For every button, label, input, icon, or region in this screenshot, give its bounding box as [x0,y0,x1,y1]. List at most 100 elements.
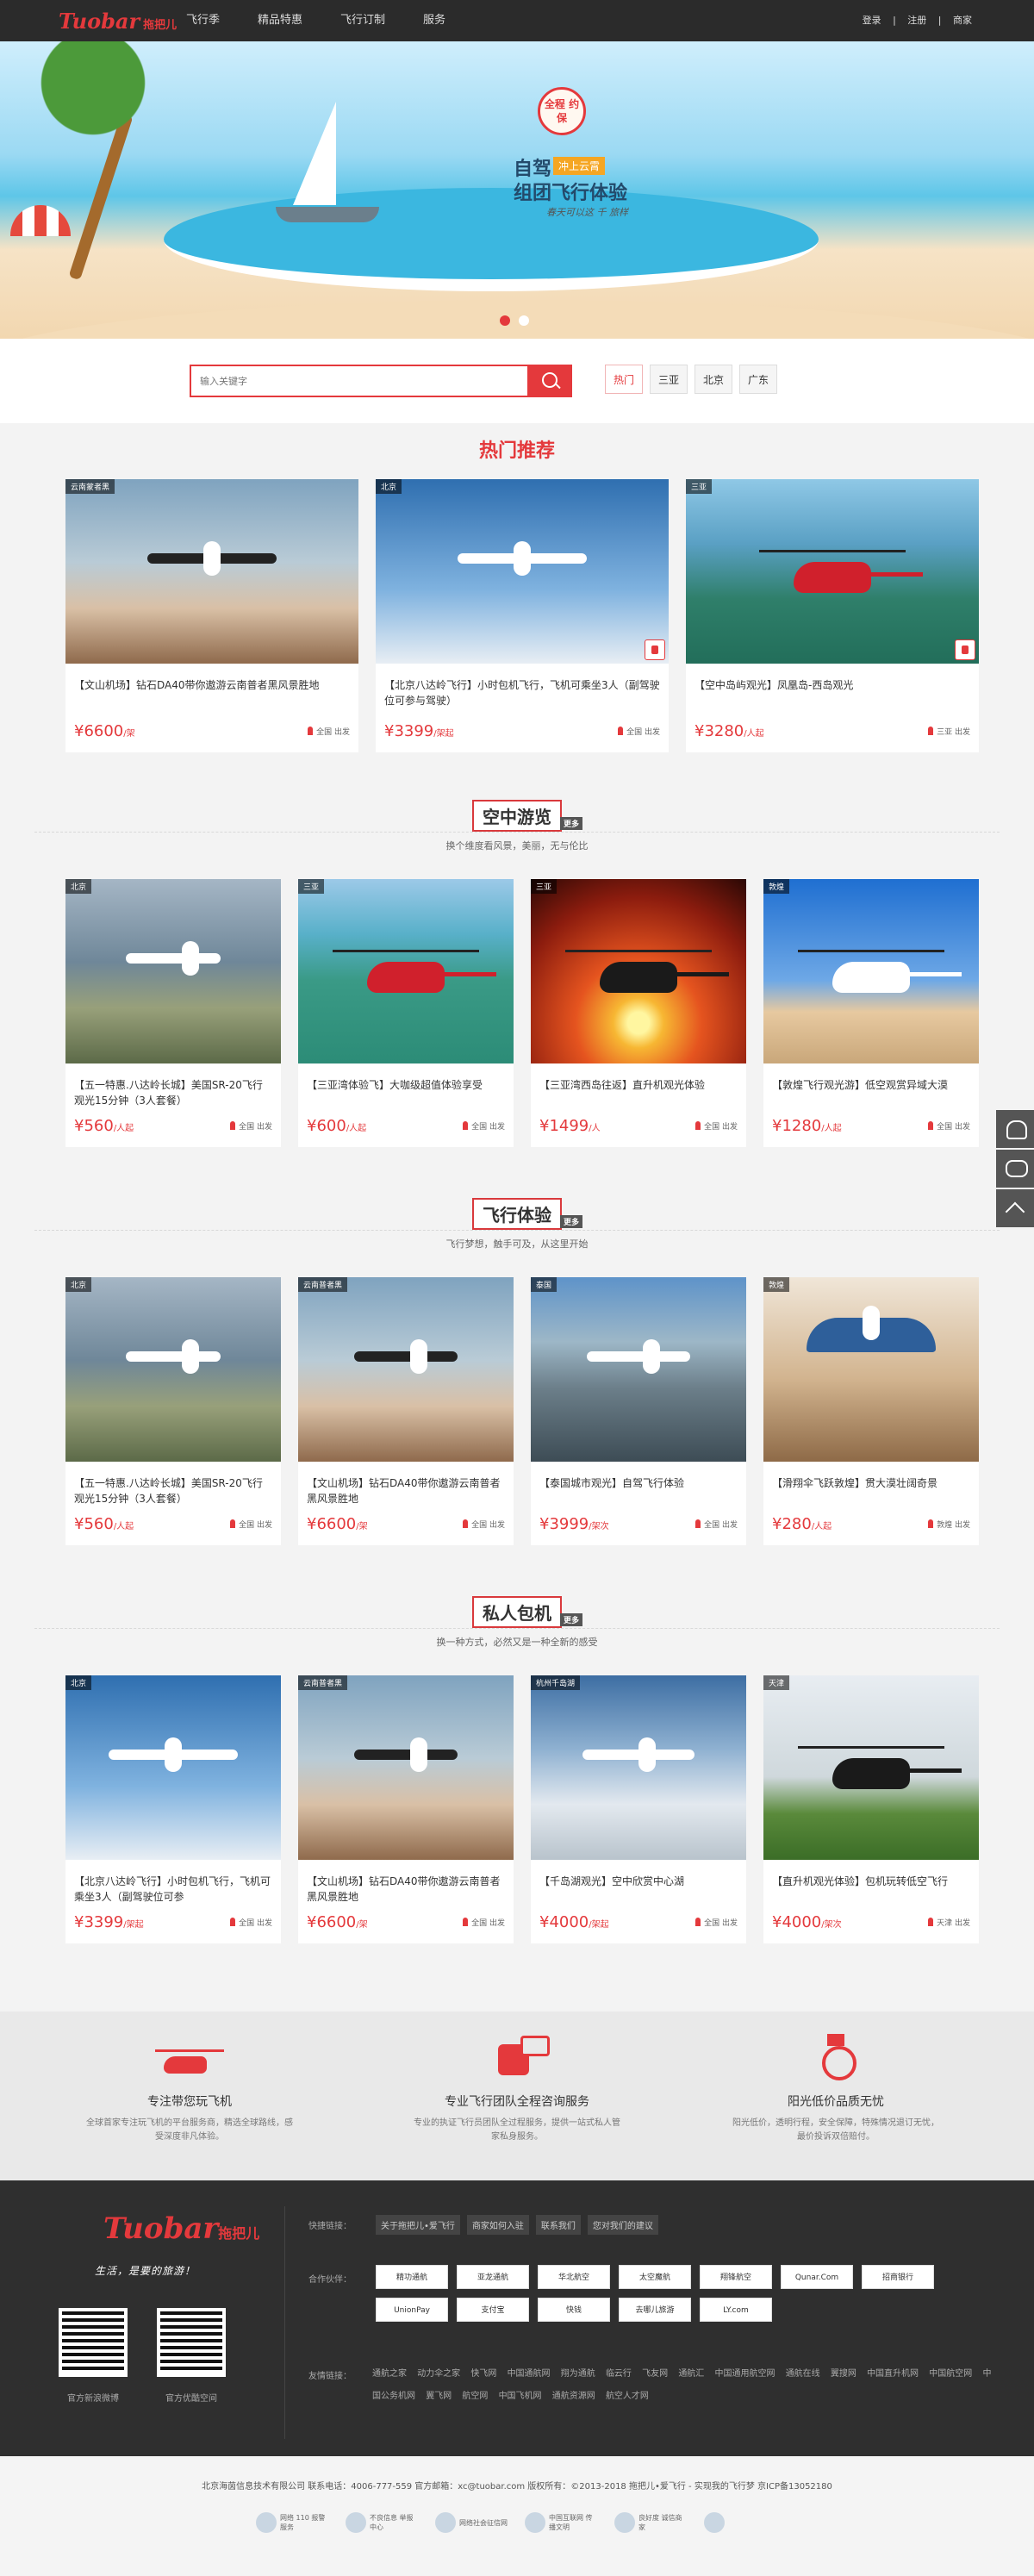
friend-link[interactable]: 中国通用航空网 [715,2369,776,2379]
friend-link[interactable]: 中国航空网 [929,2369,972,2379]
nav-item-flight-season[interactable]: 飞行季 [186,0,220,41]
quick-link[interactable]: 商家如何入驻 [466,2215,529,2235]
back-to-top-icon[interactable] [996,1189,1034,1227]
product-title[interactable]: 【五一特惠.八达岭长城】美国SR-20飞行观光15分钟（3人套餐） [65,1063,281,1112]
product-title[interactable]: 【千岛湖观光】空中欣赏中心湖 [531,1860,746,1908]
partner-logo[interactable]: 快钱 [538,2298,610,2322]
product-card[interactable]: 北京 【五一特惠.八达岭长城】美国SR-20飞行观光15分钟（3人套餐） ¥56… [65,1277,281,1545]
product-title[interactable]: 【文山机场】钻石DA40带你遨游云南普者黑风景胜地 [298,1462,514,1510]
footer-logo[interactable]: Tuobar拖把儿 [103,2211,259,2246]
carousel-dot-1[interactable] [500,315,510,326]
product-title[interactable]: 【文山机场】钻石DA40带你遨游云南普者黑风景胜地 [298,1860,514,1908]
carousel-dot-2[interactable] [519,315,529,326]
partner-logo[interactable]: 华北航空 [538,2265,610,2289]
product-card[interactable]: 三亚 【三亚湾西岛往返】直升机观光体验 ¥1499/人 全国 出发 [531,879,746,1147]
product-card[interactable]: 天津 【直升机观光体验】包机玩转低空飞行 ¥4000/架次 天津 出发 [763,1675,979,1943]
partner-logo[interactable]: 支付宝 [457,2298,529,2322]
friend-link[interactable]: 临云行 [606,2369,632,2379]
partner-logo[interactable]: LY.com [700,2298,772,2322]
product-title[interactable]: 【北京八达岭飞行】小时包机飞行，飞机可乘坐3人（副驾驶位可参与驾驶） [376,664,669,717]
logo[interactable]: Tuobar 拖把儿 [59,9,177,34]
friend-link[interactable]: 中国直升机网 [867,2369,919,2379]
quick-link[interactable]: 联系我们 [535,2215,581,2235]
product-title[interactable]: 【三亚湾西岛往返】直升机观光体验 [531,1063,746,1112]
partner-logo[interactable]: UnionPay [376,2298,448,2322]
partner-logo[interactable]: 亚龙通航 [457,2265,529,2289]
trust-badge[interactable]: 良好度 诚信商家 [614,2508,688,2537]
merchant-link[interactable]: 商家 [953,15,972,26]
friend-link[interactable]: 中国通航网 [508,2369,551,2379]
nav-item-service[interactable]: 服务 [423,0,445,41]
product-card[interactable]: 北京 【五一特惠.八达岭长城】美国SR-20飞行观光15分钟（3人套餐） ¥56… [65,879,281,1147]
partner-logo[interactable]: 去哪儿旅游 [619,2298,691,2322]
palm-tree [0,41,155,171]
product-card[interactable]: 三亚 【三亚湾体验飞】大咖级超值体验享受 ¥600/人起 全国 出发 [298,879,514,1147]
hero-banner[interactable]: 全程 约保 自驾 冲上云霄 组团飞行体验 春天可以这 千 旅样 [0,41,1034,339]
like-icon[interactable] [955,639,975,660]
friend-link[interactable]: 动力伞之家 [417,2369,460,2379]
friend-link[interactable]: 翔为通航 [561,2369,595,2379]
product-card[interactable]: 云南普者黑 【文山机场】钻石DA40带你遨游云南普者黑风景胜地 ¥6600/架 全… [298,1675,514,1943]
friend-link[interactable]: 通航在线 [786,2369,820,2379]
product-card[interactable]: 杭州千岛湖 【千岛湖观光】空中欣赏中心湖 ¥4000/架起 全国 出发 [531,1675,746,1943]
friend-link[interactable]: 航空人才网 [606,2392,649,2401]
trust-badge[interactable] [704,2508,778,2537]
product-card[interactable]: 三亚 【空中岛屿观光】凤凰岛-西岛观光 ¥3280/人起 三亚 出发 [686,479,979,752]
product-card[interactable]: 泰国 【泰国城市观光】自驾飞行体验 ¥3999/架次 全国 出发 [531,1277,746,1545]
tag-guangdong[interactable]: 广东 [739,365,777,394]
quick-link[interactable]: 关于拖把儿•爱飞行 [376,2215,460,2235]
partner-logo[interactable]: 翔锋航空 [700,2265,772,2289]
like-icon[interactable] [645,639,665,660]
product-title[interactable]: 【空中岛屿观光】凤凰岛-西岛观光 [686,664,979,717]
friend-link[interactable]: 航空网 [462,2392,488,2401]
login-link[interactable]: 登录 [863,15,881,26]
friend-link[interactable]: 通航资源网 [552,2392,595,2401]
product-card[interactable]: 敦煌 【滑翔伞飞跃敦煌】贯大漠壮阔奇景 ¥280/人起 敦煌 出发 [763,1277,979,1545]
banner-stamp: 全程 约保 [538,87,586,135]
product-title[interactable]: 【北京八达岭飞行】小时包机飞行，飞机可乘坐3人（副驾驶位可参 [65,1860,281,1908]
more-link[interactable]: 更多 [559,1215,582,1228]
friend-link[interactable]: 中国飞机网 [499,2392,542,2401]
partner-logo[interactable]: 精功通航 [376,2265,448,2289]
product-title[interactable]: 【直升机观光体验】包机玩转低空飞行 [763,1860,979,1908]
tag-sanya[interactable]: 三亚 [650,365,688,394]
register-link[interactable]: 注册 [907,15,926,26]
trust-badge[interactable]: 中国互联网 传播文明 [525,2508,599,2537]
partner-logo[interactable]: 招商银行 [862,2265,934,2289]
partner-logo[interactable]: 太空魔航 [619,2265,691,2289]
product-title[interactable]: 【文山机场】钻石DA40带你遨游云南普者黑风景胜地 [65,664,358,717]
search-input[interactable] [191,366,527,396]
product-title[interactable]: 【三亚湾体验飞】大咖级超值体验享受 [298,1063,514,1112]
customer-service-icon[interactable] [996,1110,1034,1148]
product-card[interactable]: 北京 【北京八达岭飞行】小时包机飞行，飞机可乘坐3人（副驾驶位可参 ¥3399/… [65,1675,281,1943]
friend-link[interactable]: 通航之家 [372,2369,407,2379]
trust-badge[interactable]: 网络 110 报警服务 [256,2508,330,2537]
product-card[interactable]: 北京 【北京八达岭飞行】小时包机飞行，飞机可乘坐3人（副驾驶位可参与驾驶） ¥3… [376,479,669,752]
friend-link[interactable]: 飞友网 [642,2369,668,2379]
tag-beijing[interactable]: 北京 [695,365,732,394]
nav-item-deals[interactable]: 精品特惠 [258,0,302,41]
friend-link[interactable]: 翼飞网 [426,2392,452,2401]
more-link[interactable]: 更多 [559,817,582,830]
location-icon [695,1519,701,1528]
partner-logo[interactable]: Qunar.Com [781,2265,853,2289]
trust-badge[interactable]: 不良信息 举报中心 [346,2508,420,2537]
location-badge: 云南普者黑 [298,1277,348,1292]
product-title[interactable]: 【滑翔伞飞跃敦煌】贯大漠壮阔奇景 [763,1462,979,1510]
more-link[interactable]: 更多 [559,1613,582,1626]
tag-hot[interactable]: 热门 [605,365,643,394]
chat-icon[interactable] [996,1150,1034,1188]
friend-link[interactable]: 快飞网 [470,2369,496,2379]
trust-badge[interactable]: 网络社会征信网 [435,2508,509,2537]
product-card[interactable]: 云南蒙者黑 【文山机场】钻石DA40带你遨游云南普者黑风景胜地 ¥6600/架 全… [65,479,358,752]
quick-link[interactable]: 您对我们的建议 [587,2215,658,2235]
friend-link[interactable]: 翼搜网 [831,2369,856,2379]
product-card[interactable]: 敦煌 【敦煌飞行观光游】低空观赏异域大漠 ¥1280/人起 全国 出发 [763,879,979,1147]
product-card[interactable]: 云南普者黑 【文山机场】钻石DA40带你遨游云南普者黑风景胜地 ¥6600/架 全… [298,1277,514,1545]
nav-item-custom[interactable]: 飞行订制 [340,0,385,41]
search-button[interactable] [529,365,572,397]
product-title[interactable]: 【敦煌飞行观光游】低空观赏异域大漠 [763,1063,979,1112]
product-title[interactable]: 【五一特惠.八达岭长城】美国SR-20飞行观光15分钟（3人套餐） [65,1462,281,1510]
product-title[interactable]: 【泰国城市观光】自驾飞行体验 [531,1462,746,1510]
friend-link[interactable]: 通航汇 [678,2369,704,2379]
